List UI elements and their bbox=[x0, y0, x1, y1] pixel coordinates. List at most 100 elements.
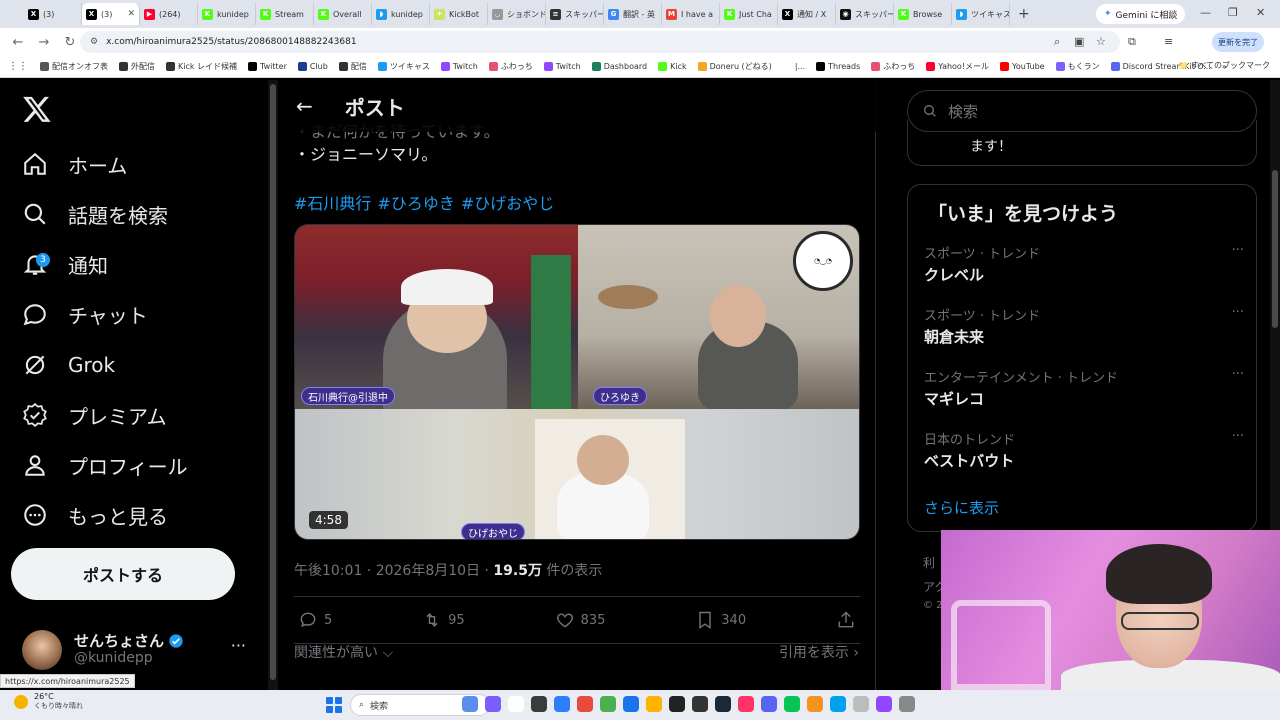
taskbar-app-icon[interactable] bbox=[623, 696, 639, 712]
weather-widget[interactable]: 26°C くもり時々晴れ bbox=[14, 692, 83, 711]
left-scrollbar-thumb[interactable] bbox=[270, 84, 276, 680]
hashtag-link[interactable]: #石川典行 bbox=[294, 190, 371, 214]
reload-icon[interactable]: ↻ bbox=[62, 35, 78, 50]
url-field[interactable]: ⚙ x.com/hiroanimura2525/status/208680014… bbox=[80, 31, 1120, 53]
all-bookmarks-link[interactable]: 📁 すべてのブックマーク bbox=[1178, 60, 1270, 71]
browser-tab[interactable]: K Browse bbox=[894, 3, 952, 25]
nav-item-more-circle[interactable]: もっと見る bbox=[22, 495, 168, 535]
extensions-icon[interactable]: ⧉ bbox=[1128, 35, 1136, 49]
taskbar-app-icon[interactable] bbox=[531, 696, 547, 712]
like-button[interactable]: 835 bbox=[555, 610, 605, 630]
browser-tab[interactable]: K Just Cha bbox=[720, 3, 778, 25]
right-scrollbar-thumb[interactable] bbox=[1272, 170, 1278, 328]
bookmark-star-icon[interactable]: ☆ bbox=[1096, 35, 1106, 48]
new-tab-icon[interactable]: + bbox=[1018, 6, 1030, 22]
bookmark-item[interactable]: Club bbox=[297, 62, 328, 71]
windows-start-icon[interactable] bbox=[326, 697, 342, 713]
taskbar-app-icon[interactable] bbox=[508, 696, 524, 712]
trend-more-icon[interactable]: ··· bbox=[1232, 429, 1244, 444]
taskbar-app-icon[interactable] bbox=[692, 696, 708, 712]
taskbar-app-icon[interactable] bbox=[899, 696, 915, 712]
bookmark-item[interactable]: |... bbox=[782, 62, 805, 71]
taskbar-app-icon[interactable] bbox=[853, 696, 869, 712]
trend-more-icon[interactable]: ··· bbox=[1232, 305, 1244, 320]
nav-item-home[interactable]: ホーム bbox=[22, 144, 127, 184]
reply-sort-dropdown[interactable]: 関連性が高い ⌵ bbox=[294, 642, 393, 662]
video-player[interactable]: ◔‿◔ 石川典行@引退中 ひろゆき ひげおやじ 4:58 bbox=[294, 224, 860, 540]
nav-item-chat[interactable]: チャット bbox=[22, 294, 148, 334]
view-quotes-link[interactable]: 引用を表示 › bbox=[779, 642, 859, 662]
bookmark-item[interactable]: ツイキャス bbox=[377, 61, 430, 72]
maximize-icon[interactable]: ❐ bbox=[1228, 6, 1238, 19]
browser-tab[interactable]: X 通知 / X bbox=[778, 3, 836, 25]
taskbar-app-icon[interactable] bbox=[577, 696, 593, 712]
search-input[interactable]: 検索 bbox=[907, 90, 1257, 132]
hashtag-link[interactable]: #ひろゆき bbox=[377, 190, 454, 214]
browser-tab[interactable]: ✦ KickBot bbox=[430, 3, 488, 25]
bookmark-item[interactable]: Kick bbox=[658, 62, 687, 71]
browser-tab[interactable]: ◡ ショボンド bbox=[488, 3, 546, 25]
browser-tab[interactable]: K Stream bbox=[256, 3, 314, 25]
post-button[interactable]: ポストする bbox=[11, 548, 235, 600]
trend-item[interactable]: スポーツ · トレンド 朝倉未来 ··· bbox=[924, 305, 1244, 349]
taskbar-app-icon[interactable] bbox=[646, 696, 662, 712]
bookmark-item[interactable]: Doneru (どねる) bbox=[697, 61, 772, 72]
window-close-icon[interactable]: ✕ bbox=[1256, 6, 1265, 19]
nav-item-person[interactable]: プロフィール bbox=[22, 445, 188, 485]
taskbar-app-icon[interactable] bbox=[669, 696, 685, 712]
browser-tab[interactable]: ◗ kunidep bbox=[372, 3, 430, 25]
taskbar-app-icon[interactable] bbox=[830, 696, 846, 712]
taskbar-app-icon[interactable] bbox=[715, 696, 731, 712]
share-button[interactable] bbox=[836, 610, 856, 630]
bookmark-item[interactable]: もくラン bbox=[1055, 61, 1100, 72]
trend-more-icon[interactable]: ··· bbox=[1232, 367, 1244, 382]
browser-tab[interactable]: G 翻訳 - 英 bbox=[604, 3, 662, 25]
bookmark-item[interactable]: ふわっち bbox=[488, 61, 533, 72]
trend-item[interactable]: エンターテインメント · トレンド マギレコ ··· bbox=[924, 367, 1244, 411]
browser-tab[interactable]: ◗ ツイキャス bbox=[952, 3, 1010, 25]
show-more-link[interactable]: さらに表示 bbox=[924, 497, 999, 518]
browser-tab[interactable]: ▶ (264) bbox=[140, 3, 198, 25]
bookmark-item[interactable]: Yahoo!メール bbox=[926, 61, 989, 72]
hashtag-link[interactable]: #ひげおやじ bbox=[461, 190, 554, 214]
browser-tab[interactable]: ◉ スキッパー bbox=[836, 3, 894, 25]
bookmark-item[interactable]: Twitch bbox=[440, 62, 478, 71]
apps-grid-icon[interactable]: ⋮⋮ bbox=[8, 61, 28, 72]
zoom-icon[interactable]: ⌕ bbox=[1054, 35, 1060, 49]
taskbar-app-icon[interactable] bbox=[554, 696, 570, 712]
browser-tab[interactable]: M I have a bbox=[662, 3, 720, 25]
footer-link[interactable]: 利 bbox=[923, 554, 935, 571]
bookmark-item[interactable]: Twitch bbox=[543, 62, 581, 71]
gemini-button[interactable]: ✦ Gemini に相談 bbox=[1096, 4, 1186, 24]
reply-button[interactable]: 5 bbox=[298, 610, 332, 630]
bookmark-item[interactable]: Threads bbox=[816, 62, 860, 71]
left-scrollbar[interactable] bbox=[268, 80, 278, 690]
browser-tab[interactable]: X (3) bbox=[24, 3, 82, 25]
tab-close-icon[interactable]: ✕ bbox=[127, 9, 135, 19]
forward-nav-icon[interactable]: → bbox=[36, 35, 52, 50]
taskbar-app-icon[interactable] bbox=[462, 696, 478, 712]
account-switcher[interactable]: せんちょさん @kunidepp ··· bbox=[22, 628, 252, 672]
bookmark-item[interactable]: Dashboard bbox=[591, 62, 647, 71]
update-button[interactable]: 更新を完了 bbox=[1212, 32, 1264, 52]
browser-tab[interactable]: X (3) ✕ bbox=[82, 3, 140, 25]
nav-item-search[interactable]: 話題を検索 bbox=[22, 194, 168, 234]
bookmark-item[interactable]: 配信オンオフ表 bbox=[40, 61, 108, 72]
bookmark-item[interactable]: YouTube bbox=[1000, 62, 1045, 71]
browser-tab[interactable]: ≡ スキッパー bbox=[546, 3, 604, 25]
taskbar-app-icon[interactable] bbox=[876, 696, 892, 712]
trend-item[interactable]: スポーツ · トレンド クレベル ··· bbox=[924, 243, 1244, 287]
bookmark-item[interactable]: Twitter bbox=[248, 62, 287, 71]
browser-tab[interactable]: Kkunidep bbox=[198, 3, 256, 25]
taskbar-app-icon[interactable] bbox=[784, 696, 800, 712]
back-nav-icon[interactable]: ← bbox=[10, 35, 26, 50]
bookmark-item[interactable]: Kick レイド候補 bbox=[166, 61, 237, 72]
taskbar-app-icon[interactable] bbox=[600, 696, 616, 712]
cast-icon[interactable]: ▣ bbox=[1074, 35, 1084, 48]
nav-item-grok[interactable]: Grok bbox=[22, 345, 115, 385]
nav-item-bell[interactable]: 3 通知 bbox=[22, 244, 108, 284]
bookmark-button[interactable]: 340 bbox=[695, 610, 746, 630]
trend-more-icon[interactable]: ··· bbox=[1232, 243, 1244, 258]
post-timestamp[interactable]: 午後10:01 · 2026年8月10日 · bbox=[294, 563, 493, 579]
trend-item[interactable]: 日本のトレンド ベストバウト ··· bbox=[924, 429, 1244, 473]
